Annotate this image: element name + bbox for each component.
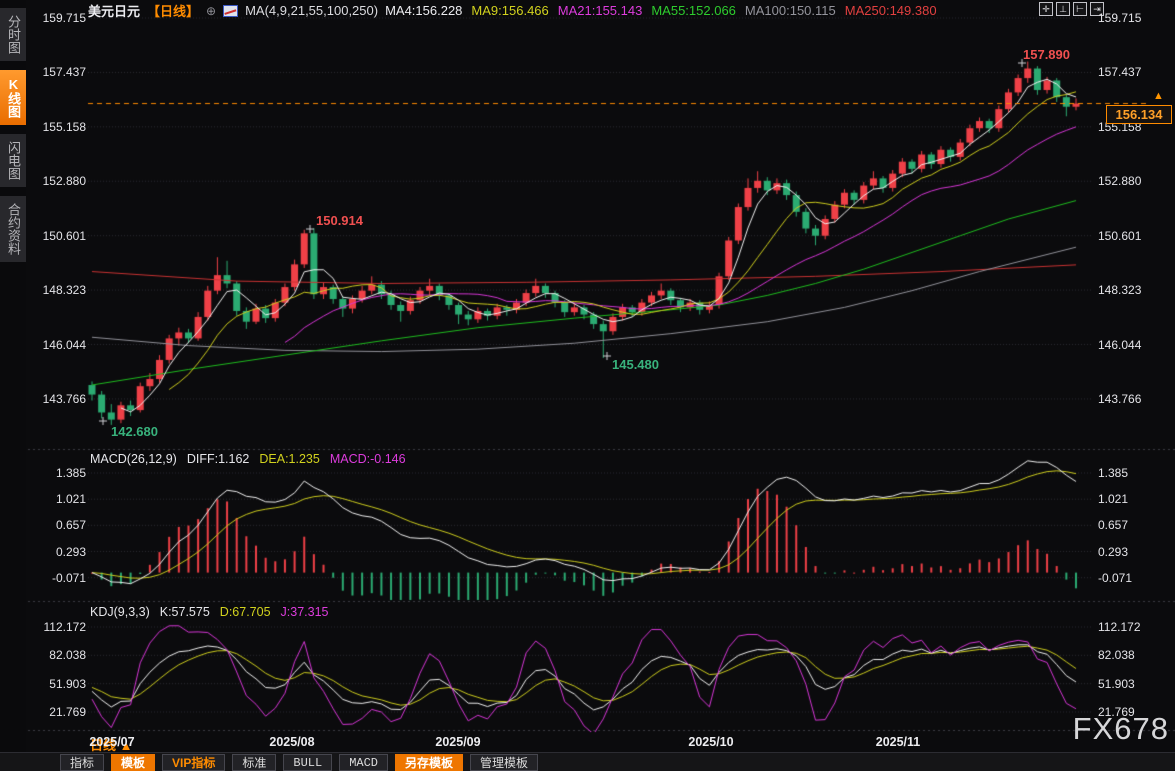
axis-label-right: -0.071 <box>1098 571 1132 585</box>
toolbar-tab-管理模板[interactable]: 管理模板 <box>470 754 538 771</box>
axis-label-left: -0.071 <box>34 571 86 585</box>
toolbar-tab-模板[interactable]: 模板 <box>111 754 155 771</box>
pan-tool-icon[interactable]: ✛ <box>1039 2 1053 16</box>
axis-label-left: 152.880 <box>34 174 86 188</box>
axis-label-left: 143.766 <box>34 392 86 406</box>
axis-label-right: 0.657 <box>1098 518 1128 532</box>
axis-label-left: 51.903 <box>34 677 86 691</box>
ma-value-4: MA100:150.115 <box>745 3 836 18</box>
axis-label-right: 143.766 <box>1098 392 1141 406</box>
sidebar: 分时图 K线图闪电图合约资料 <box>0 0 26 752</box>
axis-label-left: 1.385 <box>34 466 86 480</box>
x-axis-label-2025/08: 2025/08 <box>269 735 314 749</box>
macd-readout-0: DIFF:1.162 <box>187 452 250 466</box>
axis-label-left: 146.044 <box>34 338 86 352</box>
price-annotation-145.480: 145.480 <box>612 357 659 372</box>
ma-value-1: MA9:156.466 <box>471 3 548 18</box>
kdj-readout-0: K:57.575 <box>160 605 210 619</box>
toolbar-tab-标准[interactable]: 标准 <box>232 754 276 771</box>
chart-style-icon[interactable] <box>223 5 238 17</box>
ma-value-5: MA250:149.380 <box>845 3 937 18</box>
add-indicator-icon[interactable]: ⊕ <box>206 4 216 18</box>
chart-canvas[interactable] <box>0 0 1175 771</box>
price-annotation-142.680: 142.680 <box>111 424 158 439</box>
macd-title: MACD(26,12,9) <box>90 452 177 466</box>
axis-label-left: 112.172 <box>34 620 86 634</box>
x-axis-label-2025/09: 2025/09 <box>435 735 480 749</box>
period-tag[interactable]: 【日线】 <box>147 1 199 20</box>
kdj-header: KDJ(9,3,3) K:57.575 D:67.705 J:37.315 <box>90 605 349 619</box>
symbol-title: 美元日元 <box>88 1 140 20</box>
kdj-title: KDJ(9,3,3) <box>90 605 150 619</box>
sidebar-tab-合约资料[interactable]: 合约资料 <box>0 196 26 262</box>
sidebar-tab-闪电图[interactable]: 闪电图 <box>0 134 26 187</box>
toolbar-tab-另存模板[interactable]: 另存模板 <box>395 754 463 771</box>
x-axis-label-2025/07: 2025/07 <box>89 735 134 749</box>
axis-label-left: 0.657 <box>34 518 86 532</box>
axis-label-left: 150.601 <box>34 229 86 243</box>
price-annotation-150.914: 150.914 <box>316 213 363 228</box>
x-axis-label-2025/11: 2025/11 <box>876 735 921 749</box>
toolbar-tab-指标[interactable]: 指标 <box>60 754 104 771</box>
price-annotation-157.890: 157.890 <box>1023 47 1070 62</box>
axis-label-right: 112.172 <box>1098 620 1141 634</box>
sidebar-tab-分时图[interactable]: 分时图 <box>0 8 26 61</box>
axis-label-right: 1.385 <box>1098 466 1128 480</box>
axis-label-left: 159.715 <box>34 11 86 25</box>
ma-values: MA4:156.228 MA9:156.466 MA21:155.143 MA55:1… <box>385 3 945 18</box>
axis-label-left: 21.769 <box>34 705 86 719</box>
chart-application: 分时图 K线图闪电图合约资料 美元日元 【日线】 ⊕ MA(4,9,21,55,1… <box>0 0 1175 771</box>
toolbar-tab-VIP指标[interactable]: VIP指标 <box>162 754 225 771</box>
kdj-readout-2: J:37.315 <box>281 605 329 619</box>
axis-label-right: 150.601 <box>1098 229 1141 243</box>
ma-settings-label[interactable]: MA(4,9,21,55,100,250) <box>245 3 378 18</box>
chart-toolbar-icons: ✛⊥⊢⇥ <box>1039 2 1104 16</box>
ma-value-0: MA4:156.228 <box>385 3 462 18</box>
macd-readout-1: DEA:1.235 <box>259 452 319 466</box>
macd-readout-2: MACD:-0.146 <box>330 452 406 466</box>
axis-label-right: 152.880 <box>1098 174 1141 188</box>
left-scale-icon[interactable]: ⊥ <box>1056 2 1070 16</box>
axis-label-left: 1.021 <box>34 492 86 506</box>
axis-label-left: 155.158 <box>34 120 86 134</box>
axis-label-left: 157.437 <box>34 65 86 79</box>
x-axis-label-2025/10: 2025/10 <box>688 735 733 749</box>
price-up-arrow-icon: ▲ <box>1153 90 1164 102</box>
axis-label-left: 0.293 <box>34 545 86 559</box>
macd-header: MACD(26,12,9) DIFF:1.162 DEA:1.235 MACD:-0.… <box>90 452 426 466</box>
sidebar-tab-K线图[interactable]: K线图 <box>0 70 26 125</box>
right-scale-icon[interactable]: ⊢ <box>1073 2 1087 16</box>
chart-header: 美元日元 【日线】 ⊕ MA(4,9,21,55,100,250) MA4:15… <box>88 2 946 19</box>
toolbar-tab-MACD[interactable]: MACD <box>339 754 388 771</box>
axis-label-right: 0.293 <box>1098 545 1128 559</box>
axis-label-right: 82.038 <box>1098 648 1135 662</box>
ma-value-2: MA21:155.143 <box>558 3 643 18</box>
bottom-toolbar: 指标模板 VIP指标标准 BULL MACD 另存模板管理模板 <box>0 752 1175 771</box>
axis-label-right: 146.044 <box>1098 338 1141 352</box>
axis-label-right: 51.903 <box>1098 677 1135 691</box>
axis-label-left: 82.038 <box>34 648 86 662</box>
axis-label-right: 157.437 <box>1098 65 1141 79</box>
axis-label-right: 159.715 <box>1098 11 1141 25</box>
toolbar-tab-BULL[interactable]: BULL <box>283 754 332 771</box>
axis-label-right: 21.769 <box>1098 705 1135 719</box>
ma-value-3: MA55:152.066 <box>651 3 736 18</box>
axis-label-right: 148.323 <box>1098 283 1141 297</box>
current-price-tag: 156.134 <box>1106 105 1172 124</box>
axis-label-left: 148.323 <box>34 283 86 297</box>
axis-label-right: 1.021 <box>1098 492 1128 506</box>
kdj-readout-1: D:67.705 <box>220 605 271 619</box>
